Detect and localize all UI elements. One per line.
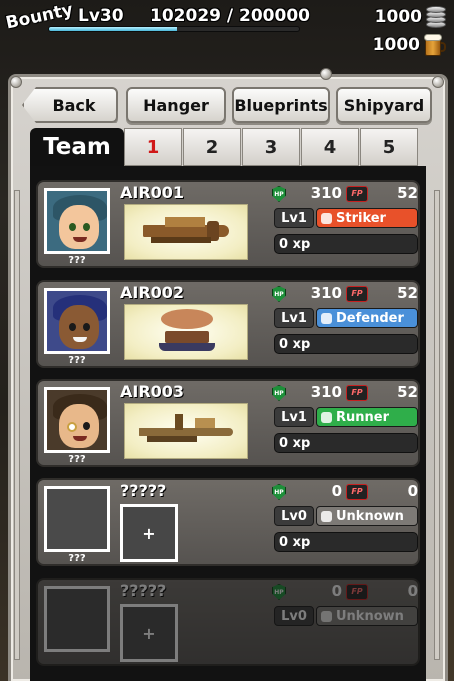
ship-stats: HP 0 FP 0 <box>272 582 418 602</box>
pilot-name: ??? <box>68 553 86 564</box>
ship-card[interactable]: ??? AIR002 HP 310 FP 52 Lv1 Defender 0 x… <box>36 280 420 368</box>
pilot-name: ??? <box>68 255 86 266</box>
ship-class: Defender <box>336 310 404 326</box>
fp-value: 52 <box>397 383 418 401</box>
airship-striker-image[interactable] <box>124 204 248 260</box>
defender-class-icon <box>321 312 332 324</box>
ship-class-badge: Striker <box>316 208 418 228</box>
ship-name: ????? <box>120 581 167 600</box>
silver-currency: 1000 <box>356 5 446 29</box>
silver-amount: 1000 <box>374 7 422 27</box>
ship-card[interactable]: ??? AIR003 HP 310 FP 52 Lv1 Runner 0 xp <box>36 379 420 467</box>
fp-icon: FP <box>346 584 368 600</box>
ship-class-badge: Unknown <box>316 506 418 526</box>
ship-stats: HP 0 FP 0 <box>272 482 418 502</box>
ship-xp: 0 xp <box>274 334 418 354</box>
empty-pilot-slot[interactable] <box>44 586 110 652</box>
fp-value: 52 <box>397 184 418 202</box>
player-xp-bar <box>48 26 300 32</box>
pilot-name: ??? <box>68 355 86 366</box>
player-level: Lv30 <box>78 6 124 26</box>
hp-value: 0 <box>331 582 342 600</box>
ship-class-badge: Unknown <box>316 606 418 626</box>
fp-value: 0 <box>407 582 418 600</box>
hp-icon: HP <box>272 484 286 500</box>
ship-class: Runner <box>336 409 390 425</box>
rivet-icon <box>320 68 332 80</box>
ship-level: Lv1 <box>274 208 314 228</box>
empty-ship-slot[interactable]: ??? ????? + HP 0 FP 0 Lv0 Unknown 0 xp <box>36 478 420 566</box>
hp-icon: HP <box>272 286 286 302</box>
player-xp: 102029 / 200000 <box>150 6 310 26</box>
beer-amount: 1000 <box>372 35 420 55</box>
ship-stats: HP 310 FP 52 <box>272 184 418 204</box>
hp-icon: HP <box>272 385 286 401</box>
fp-icon: FP <box>346 385 368 401</box>
ship-class-badge: Runner <box>316 407 418 427</box>
fp-value: 52 <box>397 284 418 302</box>
fp-icon: FP <box>346 484 368 500</box>
rivet-icon <box>432 76 444 88</box>
ship-class: Unknown <box>336 608 404 624</box>
ship-xp: 0 xp <box>274 433 418 453</box>
empty-pilot-slot[interactable] <box>44 486 110 552</box>
ship-class-badge: Defender <box>316 308 418 328</box>
left-rail <box>14 190 20 660</box>
ship-name: AIR001 <box>120 183 185 202</box>
hp-value: 310 <box>310 383 342 401</box>
ship-class: Unknown <box>336 508 404 524</box>
team-tab-4[interactable]: 4 <box>301 128 359 166</box>
airship-runner-image[interactable] <box>124 403 248 459</box>
ship-card[interactable]: ??? AIR001 HP 310 FP 52 Lv1 Striker 0 xp <box>36 180 420 268</box>
beer-currency: 1000 <box>356 33 446 57</box>
team-tab-2[interactable]: 2 <box>183 128 241 166</box>
player-xp-fill <box>49 27 177 31</box>
unknown-class-icon <box>321 610 332 622</box>
shipyard-tab[interactable]: Shipyard <box>336 87 432 123</box>
beer-mug-icon <box>424 33 446 57</box>
ship-level: Lv1 <box>274 308 314 328</box>
ship-level: Lv1 <box>274 407 314 427</box>
hp-icon: HP <box>272 186 286 202</box>
pilot-name: ??? <box>68 454 86 465</box>
blueprints-tab[interactable]: Blueprints <box>232 87 330 123</box>
silver-coins-icon <box>426 5 446 29</box>
striker-class-icon <box>321 212 332 224</box>
ship-level: Lv0 <box>274 606 314 626</box>
team-tab-1[interactable]: 1 <box>124 128 182 166</box>
hp-value: 310 <box>310 284 342 302</box>
ship-class: Striker <box>336 210 386 226</box>
ship-stats: HP 310 FP 52 <box>272 284 418 304</box>
ship-name: ????? <box>120 481 167 500</box>
runner-class-icon <box>321 411 332 423</box>
ship-stats: HP 310 FP 52 <box>272 383 418 403</box>
fp-icon: FP <box>346 186 368 202</box>
ship-level: Lv0 <box>274 506 314 526</box>
team-tab-3[interactable]: 3 <box>242 128 300 166</box>
team-tab-5[interactable]: 5 <box>360 128 418 166</box>
add-ship-button[interactable]: + <box>120 604 178 662</box>
right-rail <box>434 190 440 660</box>
hp-value: 0 <box>331 482 342 500</box>
pilot-portrait[interactable] <box>44 288 110 354</box>
ship-name: AIR002 <box>120 283 185 302</box>
back-button[interactable]: Back <box>22 87 118 123</box>
add-ship-button[interactable]: + <box>120 504 178 562</box>
airship-defender-image[interactable] <box>124 304 248 360</box>
ship-name: AIR003 <box>120 382 185 401</box>
team-label: Team <box>30 128 124 166</box>
empty-ship-slot[interactable]: ????? + HP 0 FP 0 Lv0 Unknown <box>36 578 420 666</box>
hanger-tab[interactable]: Hanger <box>126 87 226 123</box>
hp-icon: HP <box>272 584 286 600</box>
ship-xp: 0 xp <box>274 532 418 552</box>
pilot-portrait[interactable] <box>44 188 110 254</box>
hp-value: 310 <box>310 184 342 202</box>
ship-xp: 0 xp <box>274 234 418 254</box>
team-ship-list: ??? AIR001 HP 310 FP 52 Lv1 Striker 0 xp <box>30 166 426 681</box>
pilot-portrait[interactable] <box>44 387 110 453</box>
unknown-class-icon <box>321 510 332 522</box>
rivet-icon <box>10 76 22 88</box>
fp-icon: FP <box>346 286 368 302</box>
fp-value: 0 <box>407 482 418 500</box>
